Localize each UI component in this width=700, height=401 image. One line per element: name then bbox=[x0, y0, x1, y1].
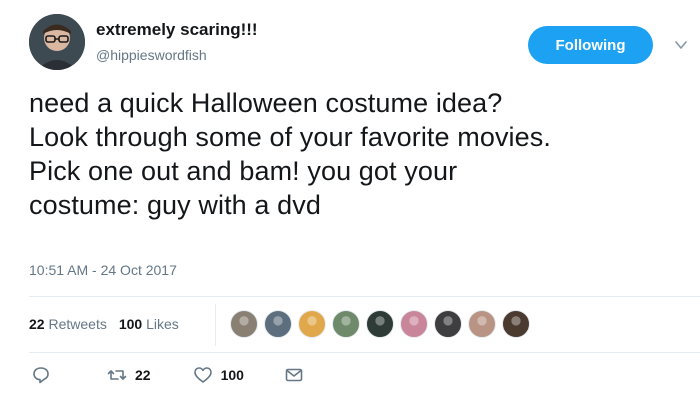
likes-label: Likes bbox=[146, 316, 179, 332]
author-display-name[interactable]: extremely scaring!!! bbox=[96, 20, 258, 40]
retweets-label: Retweets bbox=[48, 316, 107, 332]
retweets-count: 22 bbox=[29, 316, 45, 332]
tweet-text: need a quick Halloween costume idea? Loo… bbox=[29, 88, 551, 220]
tweet-timestamp[interactable]: 10:51 AM - 24 Oct 2017 bbox=[29, 262, 177, 278]
like-button[interactable]: 100 bbox=[193, 365, 244, 385]
tweet-stats: 22 Retweets 100 Likes bbox=[29, 298, 179, 350]
retweets-stat[interactable]: 22 Retweets bbox=[29, 316, 107, 332]
reply-button[interactable] bbox=[31, 365, 51, 385]
liker-avatar[interactable] bbox=[332, 310, 360, 338]
liker-avatar[interactable] bbox=[502, 310, 530, 338]
liker-avatar[interactable] bbox=[468, 310, 496, 338]
liker-avatar[interactable] bbox=[366, 310, 394, 338]
author-username[interactable]: @hippieswordfish bbox=[96, 47, 207, 63]
chevron-down-icon[interactable] bbox=[674, 38, 688, 52]
liker-avatar[interactable] bbox=[230, 310, 258, 338]
reply-icon bbox=[33, 367, 49, 384]
retweet-count: 22 bbox=[135, 367, 151, 383]
liker-avatars bbox=[230, 310, 536, 338]
author-avatar[interactable] bbox=[29, 14, 85, 70]
liker-avatar[interactable] bbox=[434, 310, 462, 338]
avatar-image bbox=[29, 14, 85, 70]
direct-message-button[interactable] bbox=[284, 365, 304, 385]
heart-icon bbox=[193, 367, 212, 383]
divider bbox=[29, 352, 700, 353]
divider bbox=[29, 296, 700, 297]
following-button[interactable]: Following bbox=[528, 26, 653, 64]
liker-avatar[interactable] bbox=[264, 310, 292, 338]
like-count: 100 bbox=[220, 367, 244, 383]
retweet-icon bbox=[107, 370, 127, 380]
liker-avatar[interactable] bbox=[400, 310, 428, 338]
likes-stat[interactable]: 100 Likes bbox=[119, 316, 179, 332]
tweet-actions: 22 100 bbox=[29, 365, 304, 385]
liker-avatar[interactable] bbox=[298, 310, 326, 338]
retweet-button[interactable]: 22 bbox=[107, 365, 151, 385]
stats-separator bbox=[215, 304, 216, 346]
likes-count: 100 bbox=[118, 316, 143, 332]
envelope-icon bbox=[285, 368, 303, 382]
